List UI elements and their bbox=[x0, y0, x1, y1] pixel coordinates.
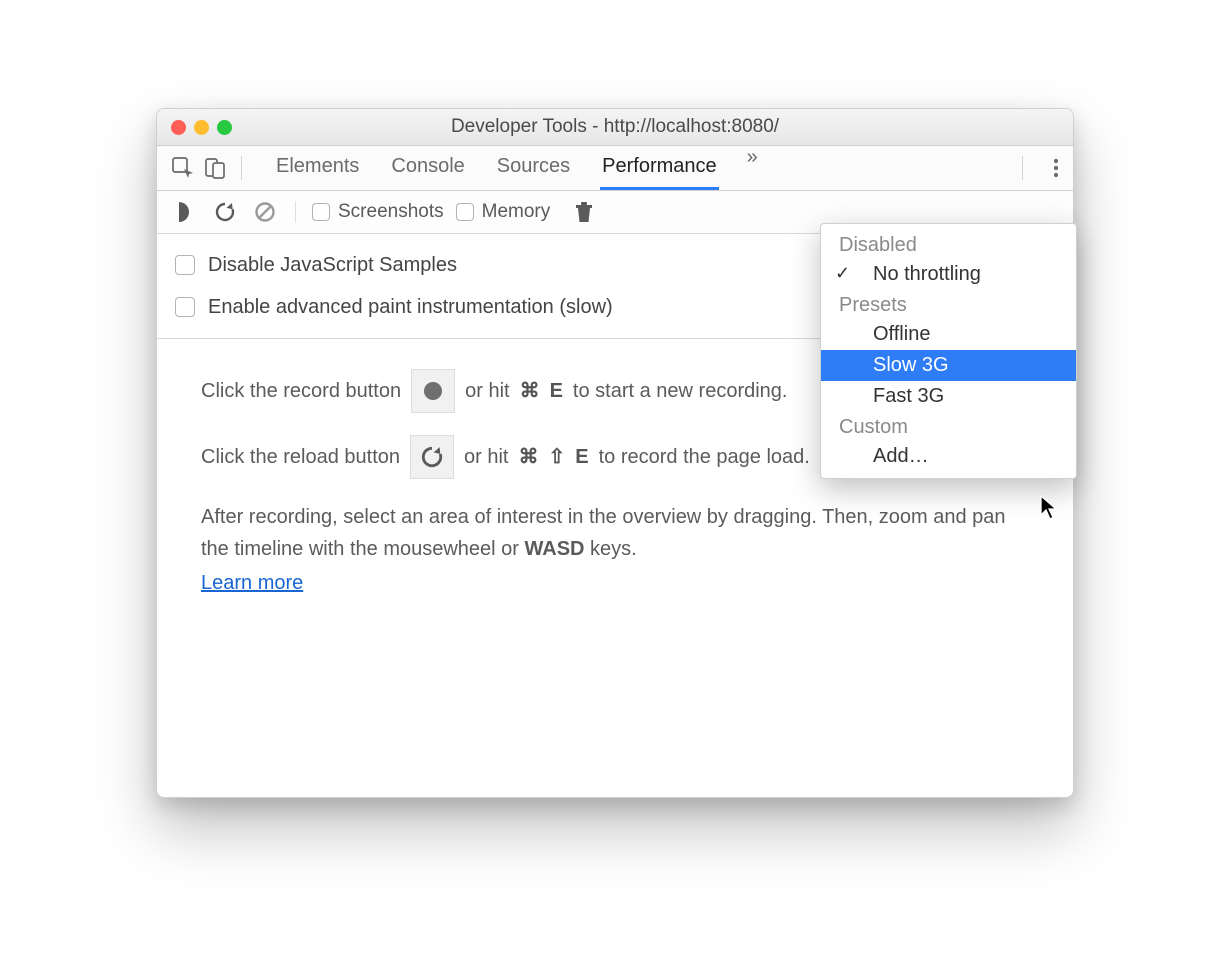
dropdown-group-disabled: Disabled bbox=[821, 230, 1076, 259]
kbd-e: E bbox=[550, 375, 563, 407]
instruction-text: to start a new recording. bbox=[573, 375, 788, 407]
tab-sources[interactable]: Sources bbox=[495, 146, 572, 190]
record-button-sample[interactable] bbox=[411, 369, 455, 413]
close-window-button[interactable] bbox=[171, 120, 186, 135]
memory-checkbox-input[interactable] bbox=[456, 203, 474, 221]
screenshots-checkbox-input[interactable] bbox=[312, 203, 330, 221]
tabs-overflow-button[interactable]: » bbox=[747, 146, 758, 190]
dropdown-item-label: Fast 3G bbox=[873, 385, 944, 407]
dropdown-item-offline[interactable]: Offline bbox=[821, 319, 1076, 350]
instruction-text: keys. bbox=[585, 538, 637, 560]
disable-js-samples-checkbox[interactable] bbox=[175, 255, 195, 275]
trash-icon[interactable] bbox=[570, 198, 598, 226]
dropdown-group-presets: Presets bbox=[821, 290, 1076, 319]
wasd: WASD bbox=[525, 538, 585, 560]
record-icon[interactable] bbox=[171, 198, 199, 226]
instruction-paragraph: After recording, select an area of inter… bbox=[201, 501, 1029, 565]
traffic-lights bbox=[171, 120, 232, 135]
kebab-menu-icon[interactable] bbox=[1053, 157, 1059, 179]
memory-checkbox[interactable]: Memory bbox=[456, 201, 551, 223]
record-dot-icon bbox=[424, 382, 442, 400]
minimize-window-button[interactable] bbox=[194, 120, 209, 135]
separator bbox=[241, 156, 242, 180]
instruction-text: to record the page load. bbox=[599, 441, 810, 473]
kbd-cmd: ⌘ bbox=[518, 441, 538, 473]
tab-console[interactable]: Console bbox=[389, 146, 466, 190]
dropdown-group-custom: Custom bbox=[821, 412, 1076, 441]
paint-instrumentation-checkbox[interactable] bbox=[175, 297, 195, 317]
learn-more-link[interactable]: Learn more bbox=[201, 572, 303, 594]
clear-icon[interactable] bbox=[251, 198, 279, 226]
tabs: Elements Console Sources Performance » bbox=[274, 146, 1010, 190]
check-icon: ✓ bbox=[835, 263, 850, 284]
dropdown-item-add[interactable]: Add… bbox=[821, 441, 1076, 472]
disable-js-samples-label: Disable JavaScript Samples bbox=[208, 254, 457, 277]
window-title: Developer Tools - http://localhost:8080/ bbox=[157, 116, 1073, 138]
kbd-shift: ⇧ bbox=[548, 441, 565, 473]
instruction-text: Click the reload button bbox=[201, 441, 400, 473]
dropdown-item-no-throttling[interactable]: ✓ No throttling bbox=[821, 259, 1076, 290]
dropdown-item-label: No throttling bbox=[873, 263, 981, 285]
network-throttling-dropdown[interactable]: Disabled ✓ No throttling Presets Offline… bbox=[820, 223, 1077, 479]
screenshots-checkbox[interactable]: Screenshots bbox=[312, 201, 444, 223]
reload-icon[interactable] bbox=[211, 198, 239, 226]
mouse-cursor-icon bbox=[1040, 495, 1060, 521]
reload-button-sample[interactable] bbox=[410, 435, 454, 479]
instruction-text: or hit bbox=[464, 441, 508, 473]
kbd-e: E bbox=[575, 441, 588, 473]
dropdown-item-label: Offline bbox=[873, 323, 930, 345]
dropdown-item-label: Slow 3G bbox=[873, 354, 949, 376]
dropdown-item-slow-3g[interactable]: Slow 3G bbox=[821, 350, 1076, 381]
dropdown-item-fast-3g[interactable]: Fast 3G bbox=[821, 381, 1076, 412]
paint-instrumentation-label: Enable advanced paint instrumentation (s… bbox=[208, 296, 613, 319]
kbd-cmd: ⌘ bbox=[520, 375, 540, 407]
tab-elements[interactable]: Elements bbox=[274, 146, 361, 190]
device-toolbar-icon[interactable] bbox=[201, 154, 229, 182]
memory-label: Memory bbox=[482, 201, 551, 223]
separator bbox=[1022, 156, 1023, 180]
dropdown-item-label: Add… bbox=[873, 445, 929, 467]
instruction-text: or hit bbox=[465, 375, 509, 407]
zoom-window-button[interactable] bbox=[217, 120, 232, 135]
separator bbox=[295, 201, 296, 223]
tab-performance[interactable]: Performance bbox=[600, 146, 719, 190]
screenshots-label: Screenshots bbox=[338, 201, 444, 223]
instruction-text: Click the record button bbox=[201, 375, 401, 407]
devtools-tabbar: Elements Console Sources Performance » bbox=[157, 146, 1073, 191]
inspect-element-icon[interactable] bbox=[169, 154, 197, 182]
titlebar: Developer Tools - http://localhost:8080/ bbox=[157, 109, 1073, 146]
